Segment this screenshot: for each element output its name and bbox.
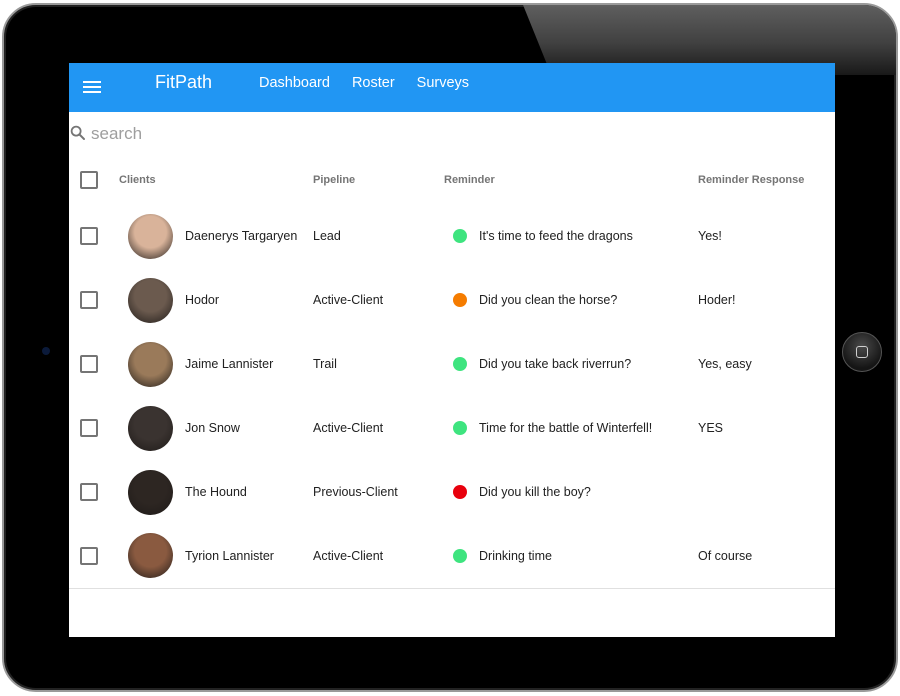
pipeline-stage: Previous-Client	[313, 485, 398, 499]
pipeline-stage: Active-Client	[313, 421, 384, 435]
clients-table: Clients Pipeline Reminder Reminder Respo…	[69, 156, 835, 589]
reminder-response: Yes!	[698, 229, 722, 243]
reminder-response: YES	[698, 421, 724, 435]
reminder-cell: Time for the battle of Winterfell!	[444, 421, 698, 435]
client-name[interactable]: Jon Snow	[185, 421, 240, 435]
home-square-icon	[856, 346, 868, 358]
row-checkbox[interactable]	[80, 291, 98, 309]
client-cell: The Hound	[119, 469, 313, 515]
reminder-response	[698, 460, 835, 524]
search-input[interactable]	[91, 122, 391, 146]
status-dot-icon	[453, 229, 467, 243]
table-row[interactable]: Daenerys Targaryen Lead It's time to feed …	[69, 204, 835, 268]
avatar	[128, 277, 173, 323]
reminder-cell: It's time to feed the dragons	[444, 229, 698, 243]
nav-roster[interactable]: Roster	[352, 75, 395, 91]
reminder-response: Of course	[698, 524, 835, 589]
menu-icon[interactable]	[83, 77, 103, 97]
reminder-text: Time for the battle of Winterfell!	[479, 421, 653, 435]
select-all-checkbox[interactable]	[80, 171, 98, 189]
avatar	[128, 213, 173, 259]
nav-surveys[interactable]: Surveys	[417, 75, 469, 91]
header-reminder[interactable]: Reminder	[444, 156, 698, 204]
screen: FitPath Dashboard Roster Surveys Clients	[69, 63, 835, 637]
reminder-cell: Did you clean the horse?	[444, 293, 698, 307]
status-dot-icon	[453, 548, 467, 563]
search-icon	[70, 125, 85, 140]
app-bar: FitPath Dashboard Roster Surveys	[69, 63, 835, 112]
client-name[interactable]: Daenerys Targaryen	[185, 229, 297, 243]
avatar	[128, 533, 173, 579]
status-dot-icon	[453, 421, 467, 435]
status-dot-icon	[453, 357, 467, 371]
search-bar	[69, 112, 835, 156]
home-button[interactable]	[842, 332, 882, 372]
row-checkbox[interactable]	[80, 355, 98, 373]
reminder-response: Yes, easy	[698, 357, 752, 371]
avatar	[128, 341, 173, 387]
client-cell: Tyrion Lannister	[119, 533, 313, 579]
row-checkbox[interactable]	[80, 546, 98, 565]
reminder-cell: Drinking time	[444, 548, 698, 563]
reminder-cell: Did you kill the boy?	[444, 485, 698, 499]
reminder-text: Did you take back riverrun?	[479, 357, 632, 371]
client-cell: Daenerys Targaryen	[119, 213, 313, 259]
pipeline-stage: Lead	[313, 229, 341, 243]
reminder-response: Hoder!	[698, 293, 736, 307]
client-cell: Hodor	[119, 277, 313, 323]
top-nav: Dashboard Roster Surveys	[259, 75, 491, 91]
client-cell: Jon Snow	[119, 405, 313, 451]
nav-dashboard[interactable]: Dashboard	[259, 75, 330, 91]
brand-title: FitPath	[155, 72, 213, 92]
row-checkbox[interactable]	[80, 483, 98, 501]
client-name[interactable]: Jaime Lannister	[185, 357, 273, 371]
table-row[interactable]: Jaime Lannister Trail Did you take back ri…	[69, 332, 835, 396]
pipeline-stage: Active-Client	[313, 524, 444, 589]
table-row[interactable]: Tyrion Lannister Active-Client Drinking ti…	[69, 524, 835, 589]
header-pipeline[interactable]: Pipeline	[313, 156, 444, 204]
client-name[interactable]: The Hound	[185, 485, 247, 499]
table-header-row: Clients Pipeline Reminder Reminder Respo…	[69, 156, 835, 204]
table-row[interactable]: Hodor Active-Client Did you clean the hors…	[69, 268, 835, 332]
pipeline-stage: Trail	[313, 357, 337, 371]
reminder-text: Did you kill the boy?	[479, 485, 591, 499]
table-row[interactable]: The Hound Previous-Client Did you kill the…	[69, 460, 835, 524]
avatar	[128, 469, 173, 515]
status-dot-icon	[453, 293, 467, 307]
header-reminder-response[interactable]: Reminder Response	[698, 156, 835, 204]
avatar	[128, 405, 173, 451]
client-cell: Jaime Lannister	[119, 341, 313, 387]
table-row[interactable]: Jon Snow Active-Client Time for the battle…	[69, 396, 835, 460]
reminder-cell: Did you take back riverrun?	[444, 357, 698, 371]
pipeline-stage: Active-Client	[313, 293, 384, 307]
client-name[interactable]: Hodor	[185, 293, 219, 307]
reminder-text: It's time to feed the dragons	[479, 229, 633, 243]
reminder-text: Drinking time	[479, 548, 552, 563]
reminder-text: Did you clean the horse?	[479, 293, 618, 307]
status-dot-icon	[453, 485, 467, 499]
tablet-frame: FitPath Dashboard Roster Surveys Clients	[2, 3, 898, 692]
row-checkbox[interactable]	[80, 227, 98, 245]
client-name[interactable]: Tyrion Lannister	[185, 549, 274, 563]
row-checkbox[interactable]	[80, 419, 98, 437]
header-clients[interactable]: Clients	[119, 156, 313, 204]
camera	[42, 347, 50, 355]
